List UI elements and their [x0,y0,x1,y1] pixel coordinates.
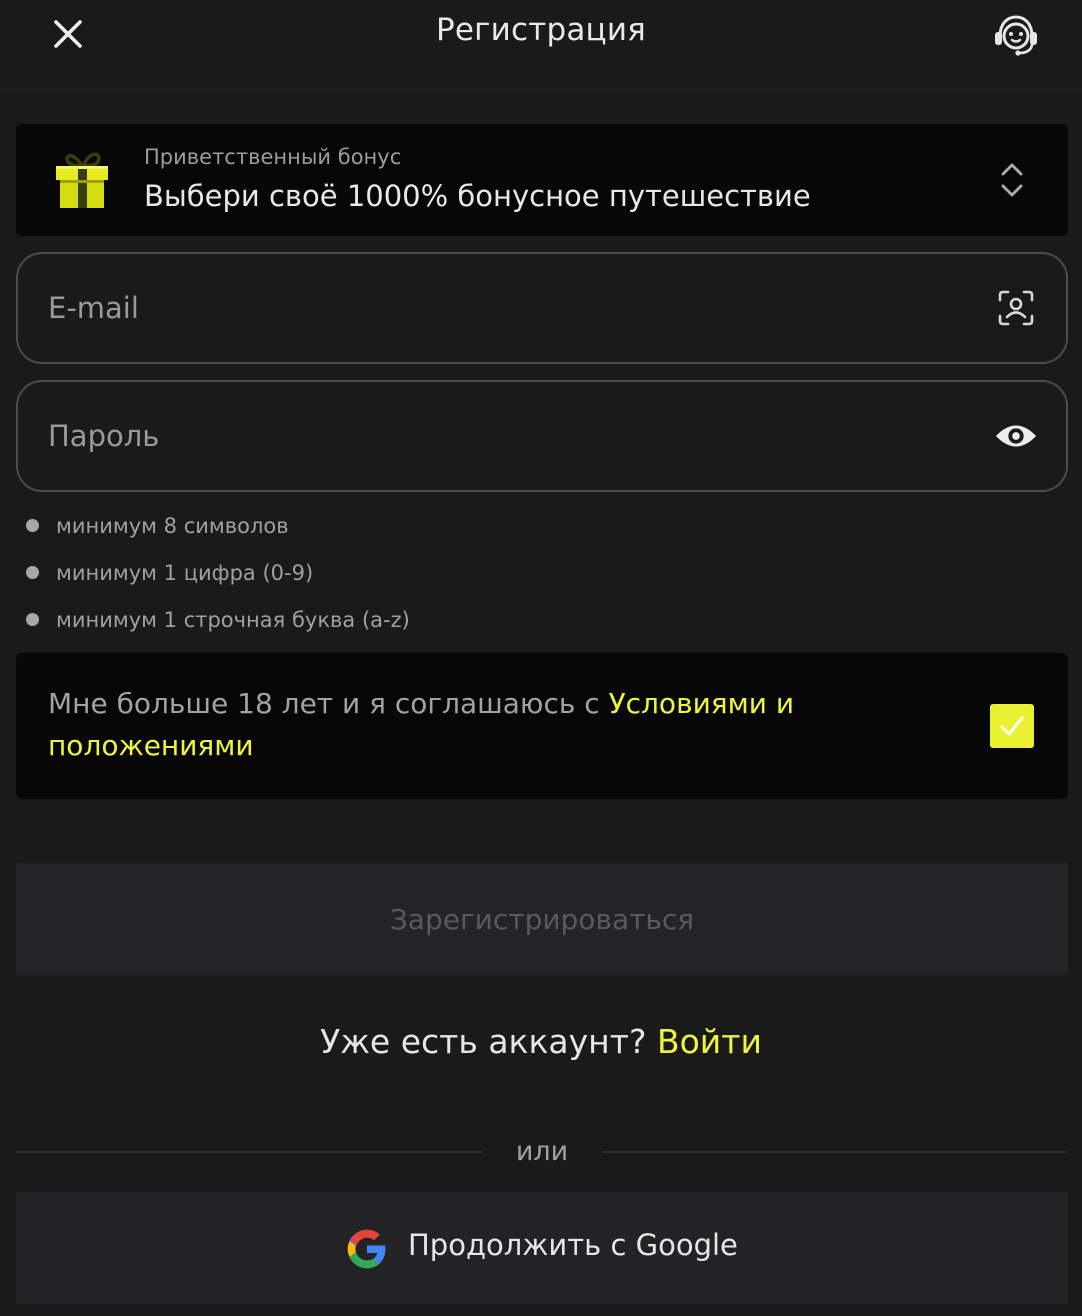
divider-line [602,1151,1068,1153]
terms-label: Мне больше 18 лет и я соглашаюсь с [48,687,609,720]
eye-icon [995,425,1037,447]
gift-icon [56,152,108,208]
list-item: минимум 1 цифра (0-9) [24,557,410,604]
welcome-bonus-selector[interactable]: Приветственный бонус Выбери своё 1000% б… [16,124,1068,236]
list-item: минимум 1 строчная буква (a-z) [24,604,410,651]
requirement-text: минимум 1 цифра (0-9) [56,561,314,585]
toggle-password-visibility[interactable] [994,414,1038,458]
google-button-label: Продолжить с Google [408,1228,738,1262]
header: Регистрация [0,0,1082,90]
terms-text: Мне больше 18 лет и я соглашаюсь с Услов… [48,683,848,767]
email-input[interactable] [48,254,948,362]
requirement-text: минимум 1 строчная буква (a-z) [56,608,410,632]
email-field [16,252,1068,364]
terms-agreement: Мне больше 18 лет и я соглашаюсь с Услов… [16,653,1068,799]
terms-checkbox[interactable] [990,704,1034,748]
requirement-text: минимум 8 символов [56,514,289,538]
bonus-value: Выбери своё 1000% бонусное путешествие [144,179,811,213]
password-field [16,380,1068,492]
bullet-dot [26,566,39,579]
google-icon [347,1229,386,1269]
support-button[interactable] [988,10,1044,60]
password-input[interactable] [48,382,948,490]
registration-page: Регистрация Приветственный бонус Выбери … [0,0,1082,1316]
list-item: минимум 8 символов [24,510,410,557]
login-prompt: Уже есть аккаунт? Войти [0,1022,1082,1061]
check-icon [1000,716,1024,736]
face-scan-icon [998,290,1034,326]
divider-line [16,1151,482,1153]
login-question: Уже есть аккаунт? [320,1022,647,1061]
bullet-dot [26,613,39,626]
google-signin-button[interactable]: Продолжить с Google [16,1192,1068,1304]
bonus-caption: Приветственный бонус [144,145,402,169]
password-requirements: минимум 8 символов минимум 1 цифра (0-9)… [24,510,410,651]
headset-icon [995,15,1037,56]
login-link[interactable]: Войти [657,1022,762,1061]
face-scan-button[interactable] [994,286,1038,330]
bullet-dot [26,519,39,532]
divider-text: или [515,1136,569,1167]
chevron-up-down-icon [1001,163,1023,197]
register-button[interactable]: Зарегистрироваться [16,863,1068,975]
page-title: Регистрация [435,12,647,48]
